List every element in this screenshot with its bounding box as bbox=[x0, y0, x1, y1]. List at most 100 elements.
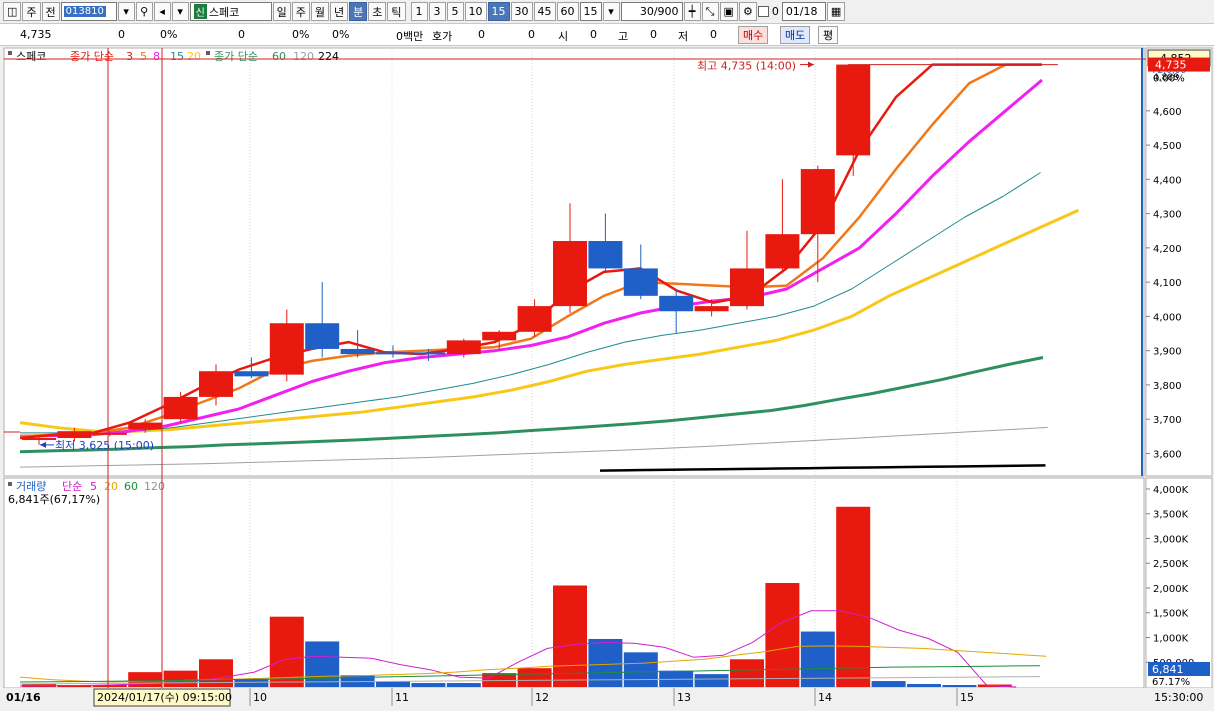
interval-dropdown-icon[interactable]: ▾ bbox=[602, 2, 620, 21]
price-legend-marker-2 bbox=[206, 51, 210, 55]
day-label: 10 bbox=[253, 691, 267, 704]
timeframe-button-2[interactable]: 월 bbox=[310, 2, 330, 21]
interval-button-1[interactable]: 3 bbox=[428, 2, 446, 21]
quote-a: 0 bbox=[478, 28, 485, 41]
timeframe-button-5[interactable]: 초 bbox=[368, 2, 387, 21]
candle-body bbox=[199, 371, 233, 397]
save-icon[interactable]: ▣ bbox=[719, 2, 738, 21]
candle-body bbox=[446, 340, 481, 355]
volume-legend-ma-period: 60 bbox=[124, 480, 138, 493]
price-legend-ma1-period: 15 bbox=[170, 50, 184, 63]
timeframe-button-3[interactable]: 년 bbox=[330, 2, 349, 21]
candle-body bbox=[376, 352, 410, 355]
volume-bar bbox=[871, 681, 906, 687]
price-tick-label: 3,700 bbox=[1153, 415, 1182, 426]
interval-button-6[interactable]: 45 bbox=[533, 2, 556, 21]
volume-tick-label: 4,000K bbox=[1153, 485, 1189, 496]
price-legend-marker bbox=[8, 51, 12, 55]
start-date-label: 01/16 bbox=[6, 691, 41, 704]
candle-body bbox=[517, 306, 552, 332]
interval-button-0[interactable]: 1 bbox=[410, 2, 428, 21]
timeframe-button-0[interactable]: 일 bbox=[272, 2, 291, 21]
price-tick-label: 3,900 bbox=[1153, 347, 1182, 358]
sell-button[interactable]: 매도 bbox=[780, 26, 811, 44]
price-tick-label: 4,500 bbox=[1153, 141, 1182, 152]
candle-body bbox=[765, 234, 800, 269]
average-button[interactable]: 평 bbox=[818, 26, 839, 44]
interval-input[interactable]: 15 bbox=[579, 2, 602, 21]
candle-body bbox=[659, 295, 694, 312]
volume-pct-2: 0% bbox=[332, 28, 350, 41]
price-change: 0 bbox=[118, 28, 125, 41]
volume-bar bbox=[234, 679, 269, 687]
cursor-time-label: 2024/01/17(수) 09:15:00 bbox=[97, 691, 232, 704]
timeframe-group: 일주월년분초틱 bbox=[272, 2, 406, 21]
interval-button-5[interactable]: 30 bbox=[510, 2, 533, 21]
speaker-icon[interactable]: ◂ bbox=[153, 2, 171, 21]
volume-bar bbox=[269, 616, 304, 687]
price-volume-chart[interactable]: 10 11 12 13 14 15 01/16 4,600 4,500 4,400 4,300 4,2… bbox=[0, 46, 1214, 708]
interval-button-3[interactable]: 10 bbox=[464, 2, 487, 21]
volume-pct-label: 67.17% bbox=[1152, 677, 1190, 688]
pct-label: 0.00% bbox=[1153, 74, 1185, 85]
price-legend-ma1-period: 5 bbox=[140, 50, 147, 63]
volume-tick-label: 2,000K bbox=[1153, 584, 1189, 595]
interval-button-2[interactable]: 5 bbox=[446, 2, 464, 21]
open-label: 시 bbox=[558, 30, 569, 43]
volume-bar bbox=[765, 583, 800, 687]
stock-name: 스페코 bbox=[208, 5, 240, 19]
volume-bar bbox=[446, 683, 481, 687]
timeframe-button-1[interactable]: 주 bbox=[291, 2, 310, 21]
candle-type-icon[interactable]: ┿ bbox=[683, 2, 701, 21]
date-input[interactable]: 01/18 bbox=[781, 2, 826, 21]
volume-pct: 0% bbox=[292, 28, 310, 41]
candle-body bbox=[163, 396, 198, 420]
high-label: 고 bbox=[618, 30, 629, 43]
price-legend-name: 스페코 bbox=[16, 50, 46, 63]
volume-bar bbox=[907, 684, 941, 687]
price-tick-label: 3,600 bbox=[1153, 449, 1182, 460]
price-tick-label: 4,000 bbox=[1153, 312, 1182, 323]
candle-body bbox=[482, 331, 517, 341]
interval-button-7[interactable]: 60 bbox=[556, 2, 579, 21]
gear-icon[interactable]: ⚙ bbox=[738, 2, 757, 21]
interval-group: 1 3 5 10 15 30 45 60 bbox=[410, 2, 579, 21]
volume-bar bbox=[730, 659, 764, 687]
volume-bar bbox=[836, 506, 871, 687]
chart-settings-icon[interactable]: ◫ bbox=[3, 2, 22, 21]
volume-tick-label: 2,500K bbox=[1153, 559, 1189, 570]
volume-tick-label: 1,000K bbox=[1153, 633, 1189, 644]
low-annotation: 최저 3,625 (15:00) bbox=[55, 439, 154, 452]
low-label: 저 bbox=[678, 30, 689, 43]
settings-dropdown-icon[interactable]: ▾ bbox=[171, 2, 189, 21]
high-value: 0 bbox=[650, 28, 657, 41]
interval-button-4[interactable]: 15 bbox=[487, 2, 510, 21]
price-legend-ma2-period: 60 bbox=[272, 50, 286, 63]
chart-area[interactable]: 10 11 12 13 14 15 01/16 4,600 4,500 4,400 4,300 4,2… bbox=[0, 46, 1214, 708]
current-price: 4,735 bbox=[20, 28, 52, 41]
timeframe-button-6[interactable]: 틱 bbox=[387, 2, 406, 21]
date-checkbox-label: 0 bbox=[771, 5, 779, 18]
prev-button[interactable]: 전 bbox=[41, 2, 60, 21]
price-tick-label: 3,800 bbox=[1153, 381, 1182, 392]
volume-value: 0 bbox=[238, 28, 245, 41]
volume-bar bbox=[623, 652, 658, 687]
candle-body bbox=[836, 64, 871, 156]
day-label: 11 bbox=[395, 691, 409, 704]
search-icon[interactable]: ⚲ bbox=[135, 2, 153, 21]
date-checkbox[interactable] bbox=[757, 6, 769, 17]
stock-name-field[interactable]: 신 스페코 bbox=[189, 2, 272, 21]
candle-body bbox=[730, 268, 764, 307]
quote-b: 0 bbox=[528, 28, 535, 41]
price-legend-ma2-period: 120 bbox=[293, 50, 314, 63]
code-dropdown-icon[interactable]: ▾ bbox=[117, 2, 135, 21]
count-input[interactable]: 30/900 bbox=[620, 2, 683, 21]
period-button[interactable]: 주 bbox=[22, 2, 41, 21]
crosshair-icon[interactable]: ⤡ bbox=[701, 2, 719, 21]
timeframe-button-4[interactable]: 분 bbox=[349, 2, 368, 21]
volume-bar bbox=[411, 683, 446, 687]
price-legend-ma1-period: 3 bbox=[126, 50, 133, 63]
stock-code-input[interactable]: 013810 bbox=[60, 2, 117, 21]
calendar-icon[interactable]: ▦ bbox=[826, 2, 846, 21]
buy-button[interactable]: 매수 bbox=[738, 26, 769, 44]
